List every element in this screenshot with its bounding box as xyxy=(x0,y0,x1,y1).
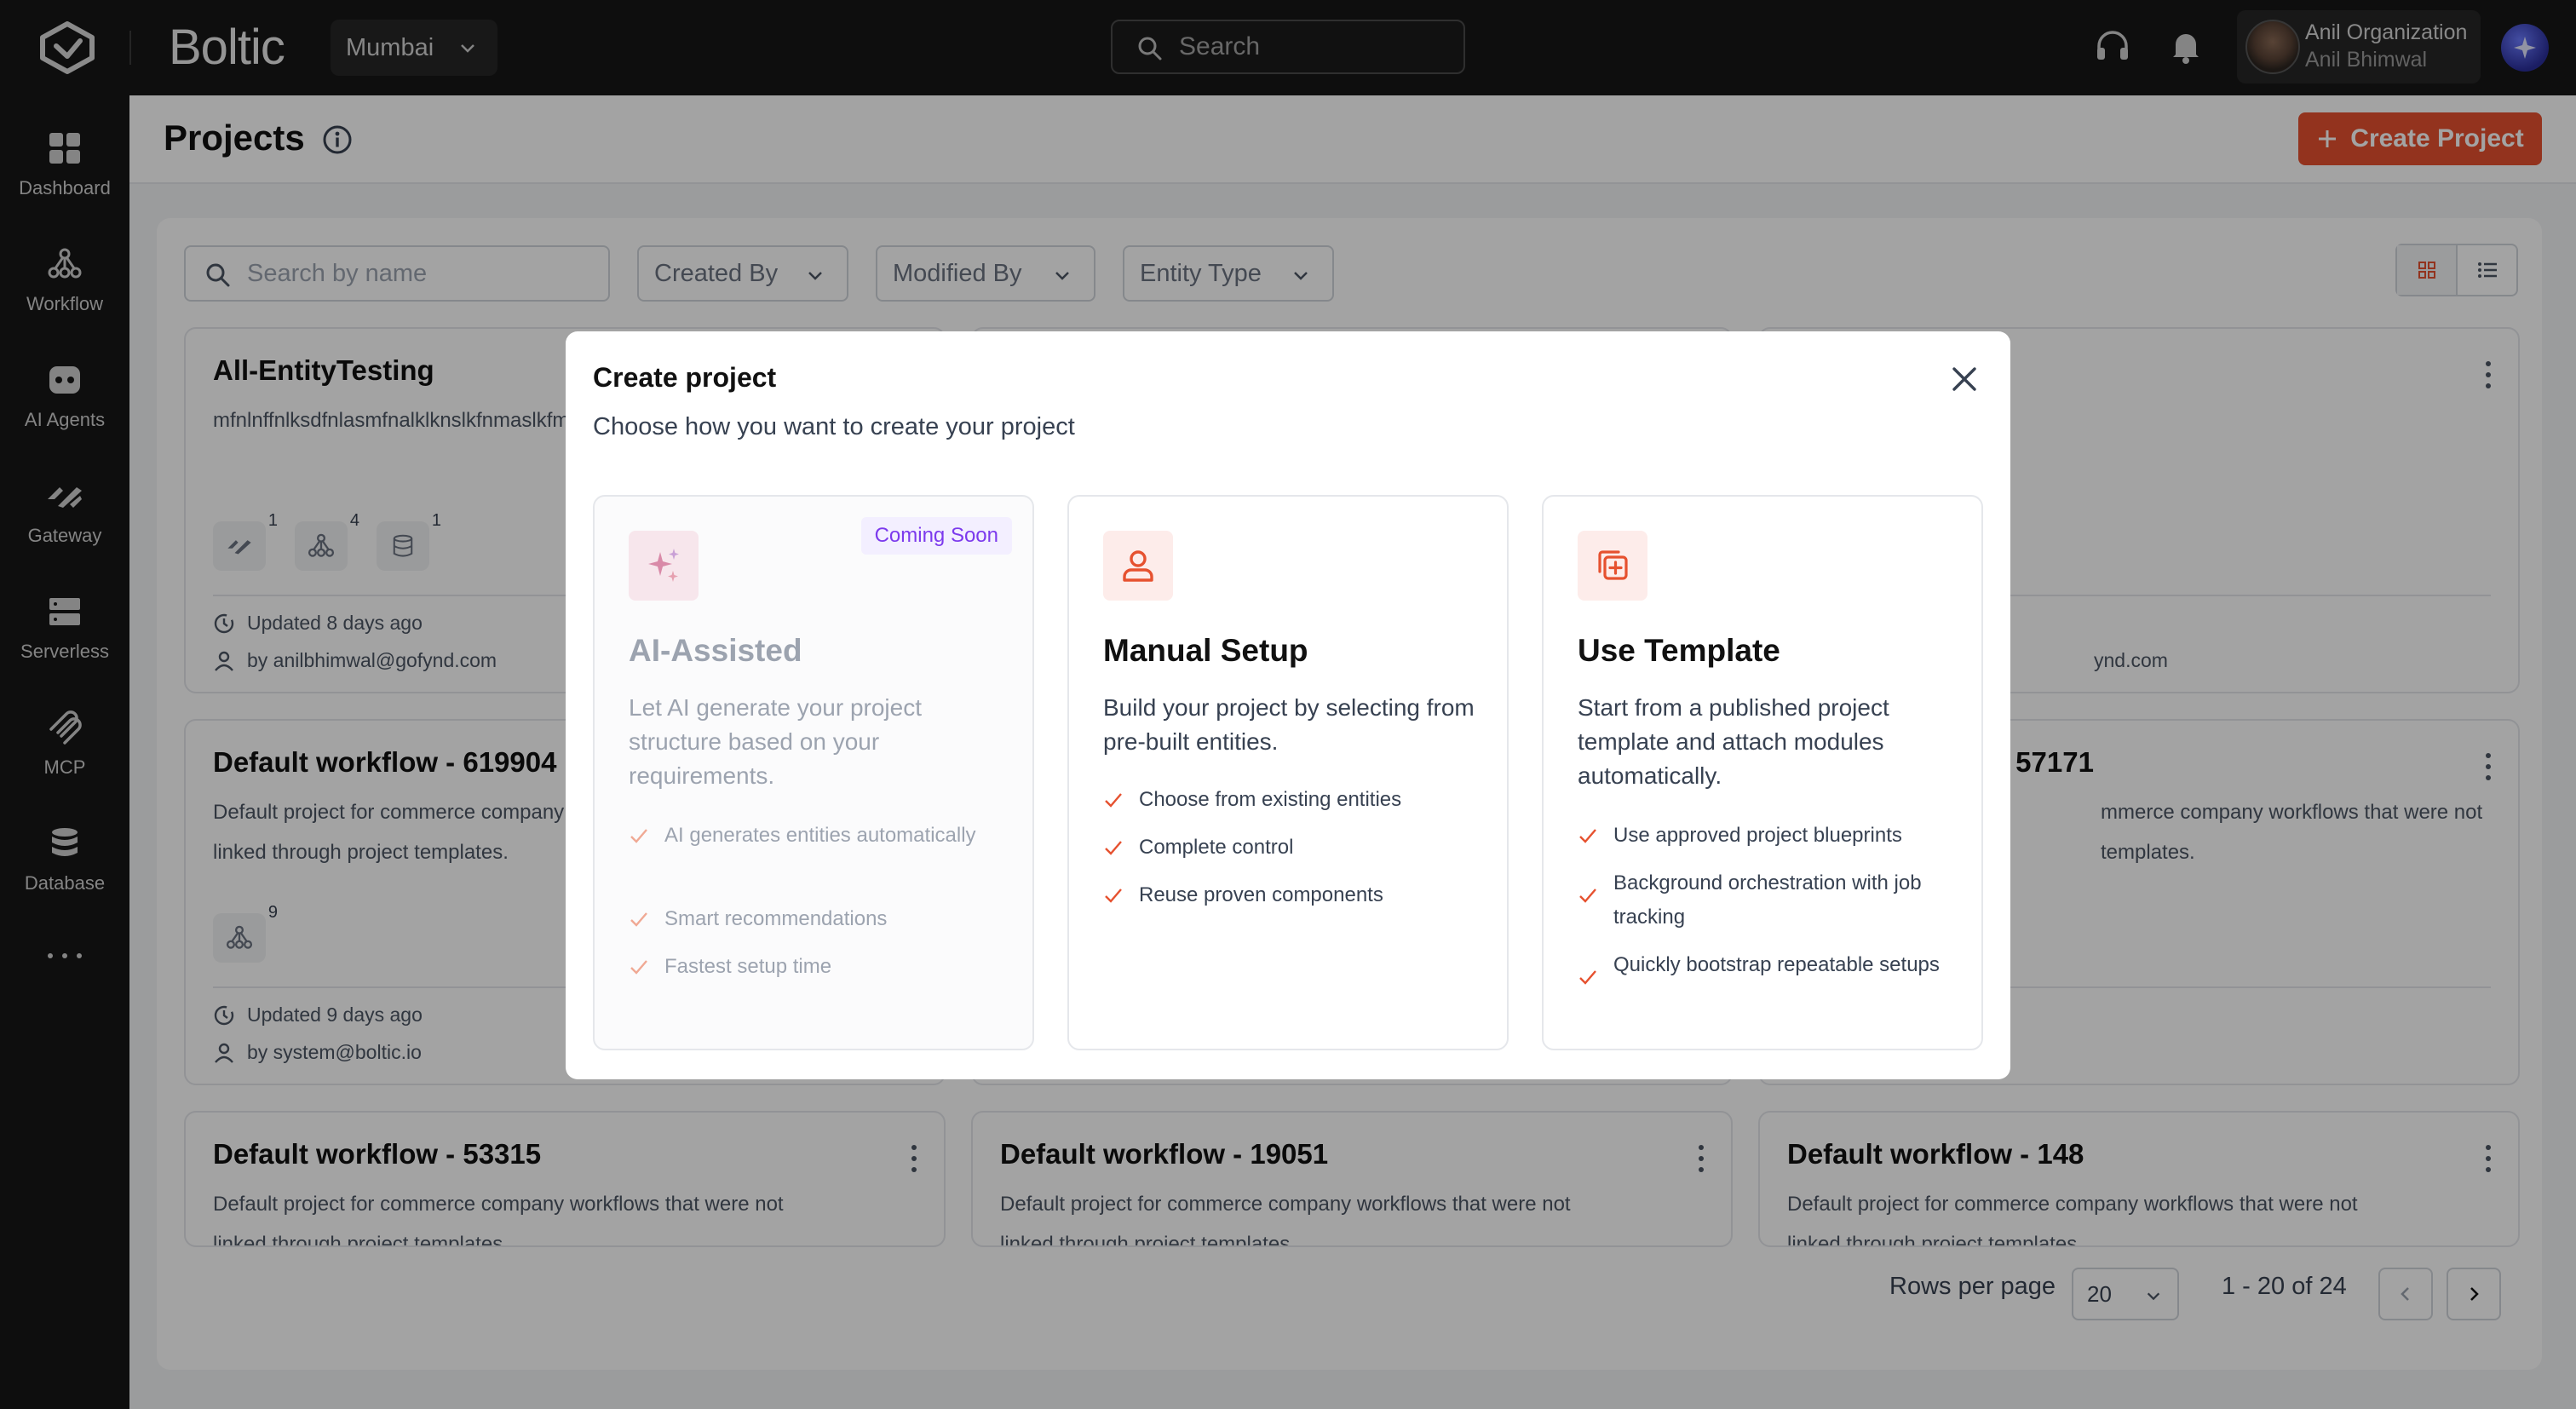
option-feature: Background orchestration with job tracki… xyxy=(1578,866,1952,935)
option-icon-box xyxy=(1578,531,1647,601)
check-icon xyxy=(630,960,647,975)
create-project-modal: Create project Choose how you want to cr… xyxy=(566,331,2010,1079)
option-feature: Quickly bootstrap repeatable setups xyxy=(1578,948,1952,987)
check-icon xyxy=(1579,970,1596,985)
option-title: Manual Setup xyxy=(1103,633,1308,668)
option-feature: Reuse proven components xyxy=(1103,878,1478,912)
option-feature: Fastest setup time xyxy=(629,950,1003,984)
check-icon xyxy=(1105,889,1122,903)
manual-setup-option[interactable]: Manual Setup Build your project by selec… xyxy=(1067,495,1509,1050)
feature-text: Complete control xyxy=(1139,836,1294,859)
feature-text: Background orchestration with job tracki… xyxy=(1613,871,1922,929)
close-button[interactable] xyxy=(1946,360,1983,398)
option-feature: Use approved project blueprints xyxy=(1578,819,1952,853)
feature-text: Fastest setup time xyxy=(664,955,832,978)
option-title: AI-Assisted xyxy=(629,633,802,668)
feature-text: AI generates entities automatically xyxy=(664,824,976,847)
option-description: Let AI generate your project structure b… xyxy=(629,694,922,789)
feature-text: Use approved project blueprints xyxy=(1613,824,1902,847)
option-icon-box xyxy=(1103,531,1173,601)
user-icon xyxy=(1123,550,1153,582)
check-icon xyxy=(630,829,647,843)
ai-assisted-option: Coming Soon AI-Assisted Let AI generate … xyxy=(593,495,1034,1050)
option-description: Start from a published project template … xyxy=(1578,694,1889,789)
option-feature: Choose from existing entities xyxy=(1103,783,1478,817)
modal-title: Create project xyxy=(593,362,777,393)
option-icon-box xyxy=(629,531,699,601)
feature-text: Reuse proven components xyxy=(1139,883,1383,906)
check-icon xyxy=(1579,829,1596,843)
option-feature: AI generates entities automatically xyxy=(629,819,1003,853)
sparkles-icon xyxy=(648,549,679,582)
check-icon xyxy=(630,912,647,927)
check-icon xyxy=(1105,793,1122,808)
use-template-option[interactable]: Use Template Start from a published proj… xyxy=(1542,495,1983,1050)
check-icon xyxy=(1105,841,1122,855)
template-add-icon xyxy=(1598,550,1628,580)
feature-text: Smart recommendations xyxy=(664,907,888,930)
close-icon xyxy=(1952,367,1976,391)
modal-subtitle: Choose how you want to create your proje… xyxy=(593,413,1075,440)
option-title: Use Template xyxy=(1578,633,1780,668)
coming-soon-badge: Coming Soon xyxy=(860,517,1012,555)
option-feature: Complete control xyxy=(1103,831,1478,865)
feature-text: Choose from existing entities xyxy=(1139,788,1402,811)
feature-text: Quickly bootstrap repeatable setups xyxy=(1613,953,1940,976)
option-feature: Smart recommendations xyxy=(629,902,1003,936)
check-icon xyxy=(1579,889,1596,903)
option-description: Build your project by selecting from pre… xyxy=(1103,694,1475,755)
